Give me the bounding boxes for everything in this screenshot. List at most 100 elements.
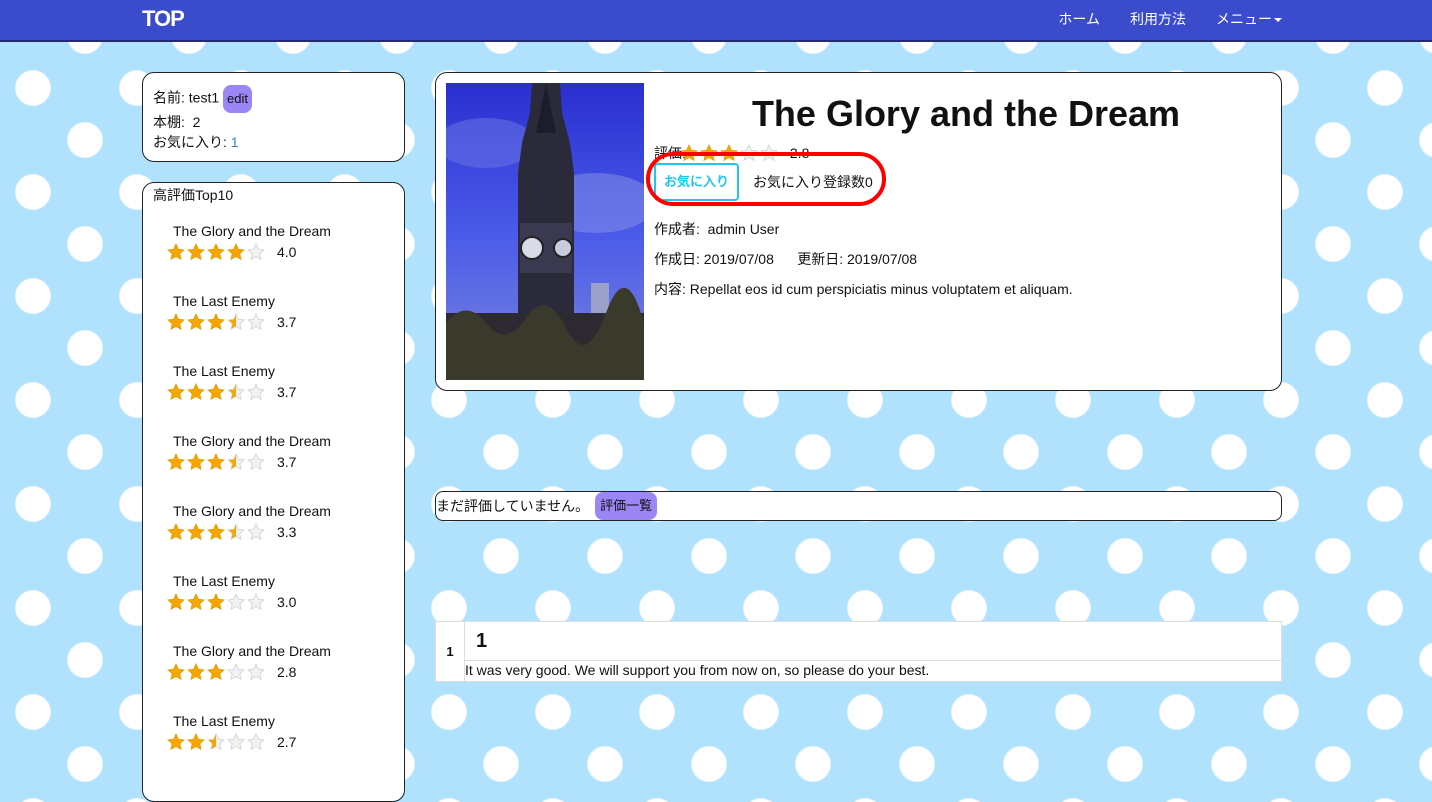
fav-label: お気に入り: bbox=[153, 134, 227, 150]
updated-date: 2019/07/08 bbox=[846, 251, 918, 267]
star-icon bbox=[227, 313, 245, 331]
ranking-item-title[interactable]: The Glory and the Dream bbox=[173, 503, 394, 523]
caret-down-icon bbox=[1274, 18, 1282, 23]
rating-value: 3.7 bbox=[277, 314, 297, 330]
review-number: 1 bbox=[436, 622, 465, 681]
updated-label: 更新日: bbox=[797, 251, 844, 267]
star-icon bbox=[167, 313, 185, 331]
nav-menu-dropdown[interactable]: メニュー bbox=[1216, 9, 1282, 29]
rating-value: 3.0 bbox=[277, 594, 297, 610]
shelf-count: 2 bbox=[192, 114, 201, 130]
nav-menu-label: メニュー bbox=[1216, 11, 1272, 27]
rating-stars bbox=[167, 733, 265, 751]
star-icon bbox=[167, 733, 185, 751]
star-icon bbox=[167, 593, 185, 611]
ranking-item-title[interactable]: The Glory and the Dream bbox=[173, 223, 394, 243]
review-list-button[interactable]: 評価一覧 bbox=[595, 492, 658, 520]
star-icon bbox=[247, 383, 265, 401]
ranking-item[interactable]: The Last Enemy 3.7 bbox=[167, 363, 394, 415]
created-date: 2019/07/08 bbox=[703, 251, 774, 267]
book-title: The Glory and the Dream bbox=[751, 93, 1181, 134]
star-icon bbox=[247, 663, 265, 681]
author-name: admin User bbox=[707, 221, 780, 237]
content-label: 内容: bbox=[654, 281, 686, 297]
star-icon bbox=[247, 733, 265, 751]
review-status-bar: まだ評価していません。 評価一覧 bbox=[435, 491, 1282, 521]
ranking-item[interactable]: The Glory and the Dream 2.8 bbox=[167, 643, 394, 695]
rating-stars bbox=[167, 663, 265, 681]
ranking-item[interactable]: The Glory and the Dream 3.7 bbox=[167, 433, 394, 485]
nav-home[interactable]: ホーム bbox=[1058, 9, 1100, 29]
ranking-item-title[interactable]: The Glory and the Dream bbox=[173, 643, 394, 663]
star-icon bbox=[187, 453, 205, 471]
review-title: 1 bbox=[465, 622, 1281, 661]
star-icon bbox=[227, 733, 245, 751]
ranking-item-title[interactable]: The Last Enemy bbox=[173, 363, 394, 383]
rating-value: 3.3 bbox=[277, 524, 297, 540]
star-icon bbox=[207, 313, 225, 331]
author-label: 作成者: bbox=[654, 221, 700, 237]
star-icon bbox=[187, 593, 205, 611]
ranking-item[interactable]: The Last Enemy 2.7 bbox=[167, 713, 394, 765]
nav-usage[interactable]: 利用方法 bbox=[1130, 9, 1186, 29]
star-icon bbox=[207, 383, 225, 401]
not-rated-text: まだ評価していません。 bbox=[436, 498, 590, 514]
ranking-item[interactable]: The Last Enemy 3.7 bbox=[167, 293, 394, 345]
book-content: Repellat eos id cum perspiciatis minus v… bbox=[689, 281, 1073, 297]
ranking-item-title[interactable]: The Last Enemy bbox=[173, 573, 394, 593]
rating-stars bbox=[167, 383, 265, 401]
star-icon bbox=[227, 593, 245, 611]
ranking-item[interactable]: The Glory and the Dream 4.0 bbox=[167, 223, 394, 275]
star-icon bbox=[227, 663, 245, 681]
rating-value: 2.7 bbox=[277, 734, 297, 750]
name-label: 名前: bbox=[153, 89, 185, 106]
star-icon bbox=[207, 453, 225, 471]
star-icon bbox=[207, 243, 225, 261]
review-row: 1 1 It was very good. We will support yo… bbox=[435, 621, 1282, 682]
rating-value: 3.7 bbox=[277, 454, 297, 470]
highlight-circle bbox=[646, 152, 886, 206]
shelf-label: 本棚: bbox=[153, 114, 185, 130]
star-icon bbox=[187, 383, 205, 401]
ranking-item-title[interactable]: The Glory and the Dream bbox=[173, 433, 394, 453]
navbar: TOP ホーム 利用方法 メニュー bbox=[0, 0, 1432, 42]
star-icon bbox=[207, 523, 225, 541]
rating-value: 3.7 bbox=[277, 384, 297, 400]
rating-stars bbox=[167, 453, 265, 471]
rating-value: 4.0 bbox=[277, 244, 297, 260]
star-icon bbox=[167, 383, 185, 401]
edit-button[interactable]: edit bbox=[223, 85, 252, 113]
user-name: test1 bbox=[188, 89, 220, 106]
ranking-item[interactable]: The Last Enemy 3.0 bbox=[167, 573, 394, 625]
rating-stars bbox=[167, 523, 265, 541]
star-icon bbox=[207, 663, 225, 681]
ranking-item-title[interactable]: The Last Enemy bbox=[173, 293, 394, 313]
book-detail-card: The Glory and the Dream 評価: 2.8 お気に入り お気に入… bbox=[435, 72, 1282, 391]
ranking-item[interactable]: The Glory and the Dream 3.3 bbox=[167, 503, 394, 555]
star-icon bbox=[247, 313, 265, 331]
profile-card: 名前: test1 edit 本棚: 2 お気に入り: 1 bbox=[142, 72, 405, 162]
brand-link[interactable]: TOP bbox=[142, 6, 185, 32]
star-icon bbox=[187, 243, 205, 261]
ranking-title: 高評価Top10 bbox=[153, 187, 234, 203]
star-icon bbox=[187, 663, 205, 681]
book-cover-image bbox=[446, 83, 644, 380]
star-icon bbox=[247, 243, 265, 261]
star-icon bbox=[207, 593, 225, 611]
star-icon bbox=[227, 453, 245, 471]
star-icon bbox=[167, 663, 185, 681]
rating-value: 2.8 bbox=[277, 664, 297, 680]
star-icon bbox=[247, 453, 265, 471]
star-icon bbox=[187, 733, 205, 751]
ranking-item-title[interactable]: The Last Enemy bbox=[173, 713, 394, 733]
star-icon bbox=[167, 523, 185, 541]
star-icon bbox=[227, 523, 245, 541]
review-body: It was very good. We will support you fr… bbox=[465, 662, 930, 678]
star-icon bbox=[227, 243, 245, 261]
star-icon bbox=[187, 523, 205, 541]
rating-stars bbox=[167, 313, 265, 331]
created-label: 作成日: bbox=[654, 251, 700, 267]
star-icon bbox=[247, 523, 265, 541]
fav-count-link[interactable]: 1 bbox=[231, 134, 239, 150]
star-icon bbox=[207, 733, 225, 751]
